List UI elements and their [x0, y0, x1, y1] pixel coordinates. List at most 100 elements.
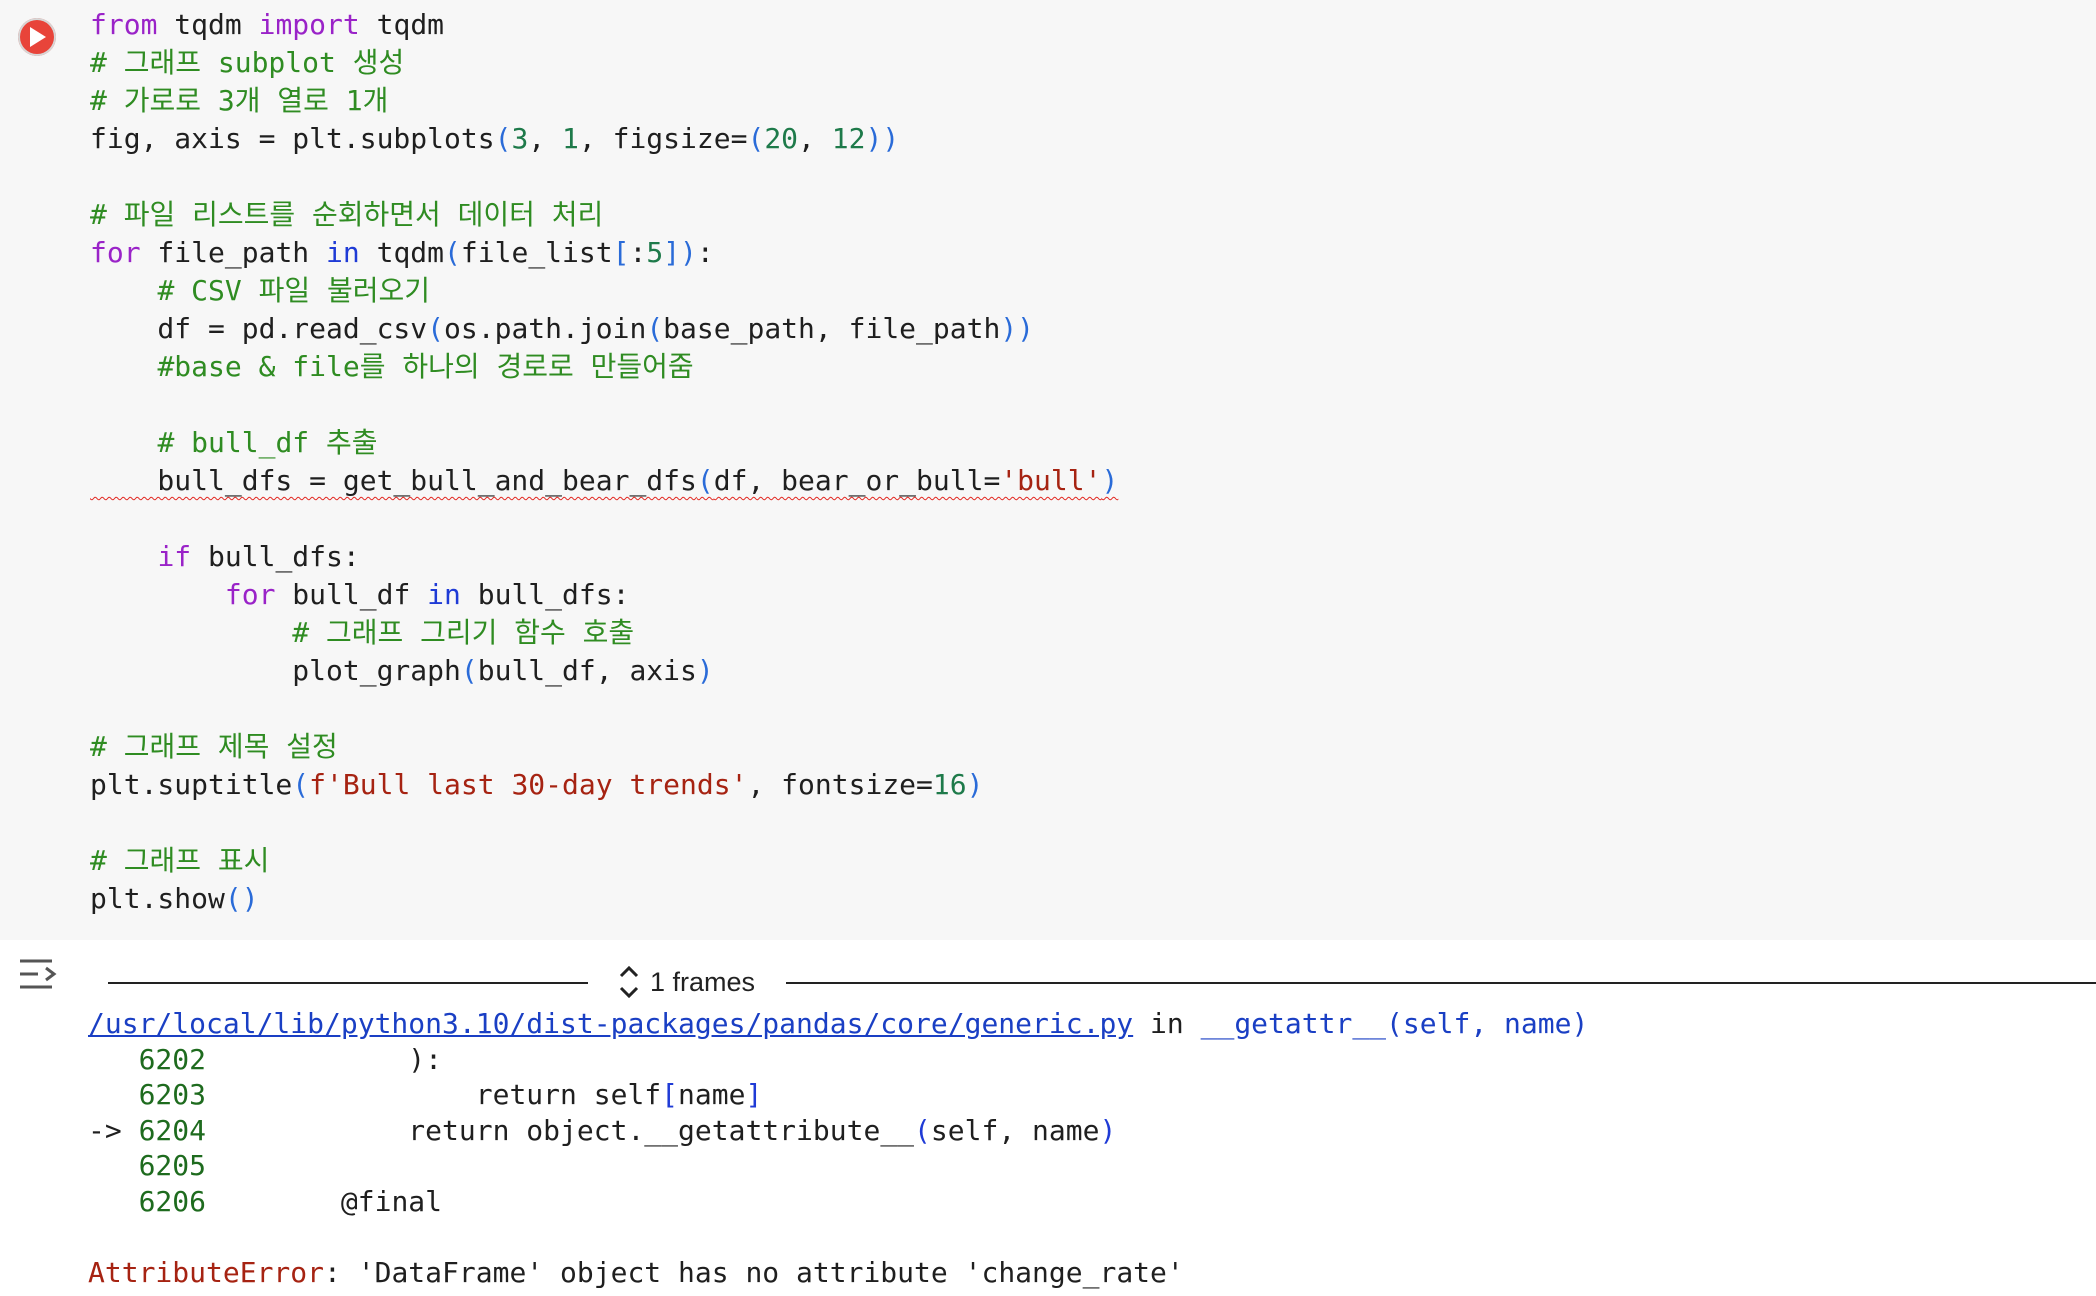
code-token: plt.suptitle	[90, 768, 293, 801]
code-token: ])	[663, 236, 697, 269]
code-token: f'Bull last 30-day trends'	[309, 768, 748, 801]
traceback-arrow: ->	[88, 1113, 139, 1147]
traceback-in-word: in	[1133, 1007, 1201, 1040]
code-line: # bull_df 추출	[90, 424, 1118, 462]
code-cell[interactable]: from tqdm import tqdm # 그래프 subplot 생성 # 가…	[0, 0, 2096, 940]
code-token: if	[157, 540, 192, 573]
code-token: 16	[932, 768, 967, 801]
traceback-line: 6203 return self[name]	[88, 1077, 1588, 1113]
code-token: (	[696, 464, 714, 497]
code-line: #base & file를 하나의 경로로 만들어줌	[90, 348, 1118, 386]
code-token: # 가로로 3개 열로 1개	[90, 84, 389, 117]
run-cell-button[interactable]	[18, 18, 56, 56]
code-token: (	[460, 654, 478, 687]
traceback-close-bracket: ]	[745, 1078, 763, 1111]
traceback-arrow	[88, 1078, 139, 1111]
code-line: # 그래프 제목 설정	[90, 728, 1118, 766]
code-token: 3	[511, 122, 529, 155]
code-token: plot_graph	[90, 654, 461, 687]
code-token: # 그래프 그리기 함수 호출	[292, 616, 635, 649]
code-editor[interactable]: from tqdm import tqdm # 그래프 subplot 생성 # 가…	[90, 6, 1118, 918]
traceback-file-line: /usr/local/lib/python3.10/dist-packages/…	[88, 1006, 1588, 1042]
traceback-args: self, name	[930, 1113, 1100, 1147]
code-token: # CSV 파일 불러오기	[157, 274, 431, 307]
traceback-line: 6202 ):	[88, 1042, 1588, 1078]
frames-divider-right	[786, 982, 2096, 984]
code-line: # 그래프 표시	[90, 842, 1118, 880]
code-line: # 가로로 3개 열로 1개	[90, 82, 1118, 120]
expand-collapse-icon	[619, 965, 639, 999]
code-token: fig, axis = plt.subplots	[90, 122, 495, 155]
code-token: (	[444, 236, 461, 269]
code-token: #base & file를 하나의 경로로 만들어줌	[157, 350, 694, 383]
code-line: df = pd.read_csv(os.path.join(base_path,…	[90, 310, 1118, 348]
code-token: )	[1101, 464, 1119, 497]
error-line: AttributeError: 'DataFrame' object has n…	[88, 1255, 1588, 1291]
traceback-func-args: (self, name)	[1386, 1007, 1589, 1040]
code-token: ()	[224, 882, 259, 915]
traceback-arrow	[88, 1043, 139, 1076]
code-token: , fontsize=	[747, 768, 933, 801]
code-token: 1	[562, 122, 579, 155]
code-line: for bull_df in bull_dfs:	[90, 576, 1118, 614]
code-line: plot_graph(bull_df, axis)	[90, 652, 1118, 690]
traceback-line-number: 6206	[138, 1184, 207, 1218]
code-token: )	[966, 768, 984, 801]
code-token: # bull_df 추출	[157, 426, 378, 459]
code-token: bull_dfs:	[460, 578, 630, 611]
code-token: [	[612, 236, 630, 269]
code-token: bull_dfs:	[191, 540, 360, 573]
code-token: (	[646, 312, 664, 345]
code-token: ))	[865, 122, 900, 155]
code-line: # 파일 리스트를 순회하면서 데이터 처리	[90, 196, 1118, 234]
code-token: # 그래프 subplot 생성	[90, 46, 405, 79]
traceback-code: @final	[206, 1184, 443, 1218]
code-token: ,	[798, 122, 832, 155]
traceback-arrow	[88, 1185, 139, 1218]
code-token: tqdm	[359, 8, 445, 41]
code-line: if bull_dfs:	[90, 538, 1118, 576]
code-token: tqdm	[359, 236, 445, 269]
code-token: os.path.join	[444, 312, 647, 345]
code-token: )	[696, 654, 714, 687]
code-token: 12	[831, 122, 866, 155]
traceback-arrow	[88, 1149, 139, 1182]
traceback-spacer	[88, 1219, 1588, 1255]
traceback-line: 6205	[88, 1148, 1588, 1184]
code-token: 20	[764, 122, 799, 155]
traceback-line-number: 6203	[138, 1078, 207, 1111]
code-token: in	[427, 578, 461, 611]
code-token: 5	[646, 236, 664, 269]
code-line: from tqdm import tqdm	[90, 6, 1118, 44]
traceback-line-number: 6202	[138, 1042, 207, 1076]
traceback-code: ):	[206, 1042, 443, 1076]
traceback: /usr/local/lib/python3.10/dist-packages/…	[88, 1006, 1588, 1290]
code-token: (	[427, 312, 445, 345]
code-token: (	[494, 122, 512, 155]
error-message: : 'DataFrame' object has no attribute 'c…	[324, 1255, 1184, 1289]
code-line: plt.suptitle(f'Bull last 30-day trends',…	[90, 766, 1118, 804]
code-token: (	[292, 768, 310, 801]
frames-label: 1 frames	[650, 966, 756, 997]
frames-bar: 1 frames	[108, 960, 2096, 1004]
traceback-func-name: __getattr__	[1200, 1007, 1387, 1040]
output-toggle-icon[interactable]	[16, 952, 62, 996]
traceback-file-link[interactable]: /usr/local/lib/python3.10/dist-packages/…	[88, 1007, 1133, 1040]
code-line: fig, axis = plt.subplots(3, 1, figsize=(…	[90, 120, 1118, 158]
frames-toggle[interactable]: 1 frames	[616, 960, 755, 1004]
traceback-line-number: 6204	[138, 1113, 207, 1147]
traceback-close-bracket: )	[1099, 1113, 1117, 1147]
code-line: bull_dfs = get_bull_and_bear_dfs(df, bea…	[90, 462, 1118, 500]
code-token: bull_dfs = get_bull_and_bear_dfs	[90, 464, 697, 497]
code-token: (	[747, 122, 765, 155]
code-token: file_path	[140, 236, 327, 269]
